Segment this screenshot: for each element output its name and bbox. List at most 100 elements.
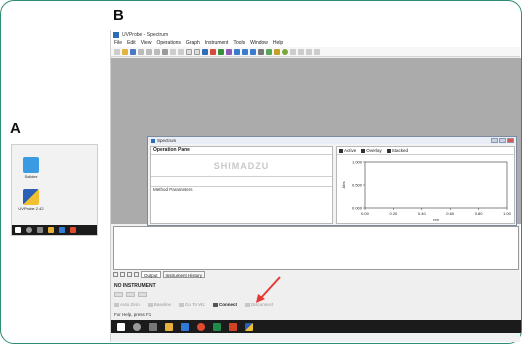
tab-output[interactable]: Output (141, 270, 161, 278)
plot-area (364, 161, 508, 209)
powerpoint-icon[interactable] (229, 322, 237, 331)
desktop-icon-label: Solidex (24, 174, 38, 179)
tool-icon[interactable] (290, 48, 296, 55)
x-axis-label: nm (433, 217, 439, 222)
file-explorer-icon[interactable] (165, 322, 173, 331)
spectrum-title-bar: Spectrum (148, 137, 516, 144)
button-label: Go To WL (185, 302, 205, 307)
outlook-icon[interactable] (59, 227, 65, 233)
zoom-fit-icon[interactable] (250, 48, 256, 55)
operation-pane: Operation Pane SHIMADZU Method Parameter… (150, 146, 333, 224)
indicator-icon (114, 292, 123, 297)
file-explorer-icon[interactable] (48, 227, 54, 233)
paste-icon[interactable] (154, 48, 160, 55)
excel-icon[interactable] (213, 322, 221, 331)
mode-icon[interactable] (194, 48, 200, 55)
title-bar: UVProbe - Spectrum (111, 30, 520, 39)
zoom-in-icon[interactable] (234, 48, 240, 55)
search-icon[interactable] (26, 227, 32, 233)
graph-pane: Active Overlay Stacked 0.00 0.20 0.40 0.60 0… (336, 146, 515, 224)
y-tick-label: 1.000 (352, 160, 363, 165)
button-label: Baseline (153, 302, 172, 307)
output-pane (113, 226, 519, 270)
instrument-buttons: Auto Zero Baseline Go To WL Connect Disc… (114, 302, 273, 307)
graph-tabs: Active Overlay Stacked (337, 147, 514, 155)
menu-operations[interactable]: Operations (156, 40, 180, 46)
indicator-icon (126, 292, 135, 297)
copy-icon[interactable] (146, 48, 152, 55)
go-to-wl-button[interactable]: Go To WL (179, 302, 205, 307)
connect-icon (212, 302, 218, 307)
menu-tools[interactable]: Tools (233, 40, 245, 46)
tab-label: Stacked (391, 148, 409, 153)
menu-instrument[interactable]: Instrument (205, 40, 229, 46)
task-view-icon[interactable] (37, 227, 43, 233)
desktop: Solidex UVProbe 2.42 (11, 144, 98, 236)
y-tick-label: 0.000 (352, 206, 363, 211)
tab-stacked[interactable]: Stacked (386, 148, 409, 153)
chrome-icon[interactable] (70, 227, 76, 233)
panel-label-a: A (10, 120, 21, 137)
uvprobe-icon (23, 189, 39, 205)
menu-help[interactable]: Help (273, 40, 283, 46)
panel-label-b: B (113, 7, 124, 24)
close-button[interactable] (507, 138, 514, 143)
report-icon[interactable] (226, 48, 232, 55)
new-icon[interactable] (114, 48, 120, 55)
menu-view[interactable]: View (141, 40, 152, 46)
menu-file[interactable]: File (114, 40, 122, 46)
minimize-button[interactable] (491, 138, 498, 143)
properties-icon[interactable] (274, 48, 280, 55)
tab-overlay[interactable]: Overlay (361, 148, 382, 153)
desktop-icon-uvprobe[interactable]: UVProbe 2.42 (16, 189, 46, 211)
mode-icon[interactable] (186, 48, 192, 55)
instrument-indicators (114, 292, 147, 297)
photometric-mode-icon[interactable] (210, 48, 216, 55)
last-tab-button[interactable] (134, 271, 139, 277)
connect-button[interactable]: Connect (212, 302, 237, 307)
open-icon[interactable] (122, 48, 128, 55)
start-icon[interactable] (117, 322, 125, 331)
tool-icon[interactable] (298, 48, 304, 55)
button-label: Connect (218, 302, 237, 307)
zoom-out-icon[interactable] (242, 48, 248, 55)
task-view-icon[interactable] (149, 322, 157, 331)
menu-graph[interactable]: Graph (186, 40, 200, 46)
menu-edit[interactable]: Edit (127, 40, 136, 46)
start-icon[interactable] (15, 227, 21, 233)
go-to-wl-icon (179, 302, 185, 307)
desktop-icon-solidex[interactable]: Solidex (16, 157, 46, 179)
menu-window[interactable]: Window (250, 40, 268, 46)
status-icon[interactable] (282, 48, 288, 55)
uvprobe-taskbar-icon[interactable] (245, 322, 253, 331)
disconnect-button[interactable]: Disconnect (244, 302, 273, 307)
tool-icon[interactable] (306, 48, 312, 55)
redo-icon[interactable] (178, 48, 184, 55)
app-icon (113, 31, 119, 38)
window-title: UVProbe - Spectrum (122, 31, 169, 38)
cut-icon[interactable] (138, 48, 144, 55)
tool-icon[interactable] (314, 48, 320, 55)
outlook-icon[interactable] (181, 322, 189, 331)
print-icon[interactable] (162, 48, 168, 55)
chrome-icon[interactable] (197, 322, 205, 331)
undo-icon[interactable] (170, 48, 176, 55)
next-tab-button[interactable] (127, 271, 132, 277)
peak-pick-icon[interactable] (266, 48, 272, 55)
first-tab-button[interactable] (113, 271, 118, 277)
baseline-button[interactable]: Baseline (147, 302, 172, 307)
menu-bar: File Edit View Operations Graph Instrume… (111, 39, 520, 47)
auto-zero-button[interactable]: Auto Zero (114, 302, 140, 307)
kinetics-mode-icon[interactable] (218, 48, 224, 55)
prev-tab-button[interactable] (120, 271, 125, 277)
tab-active[interactable]: Active (339, 148, 356, 153)
search-icon[interactable] (133, 322, 141, 331)
save-icon[interactable] (130, 48, 136, 55)
output-tabs: Output Instrument History (113, 270, 206, 278)
spectrum-graph[interactable]: 0.00 0.20 0.40 0.60 0.80 1.00 1.000 0.500 0.000 n… (337, 156, 516, 224)
cursor-icon[interactable] (258, 48, 264, 55)
tab-instrument-history[interactable]: Instrument History (162, 270, 206, 278)
spectrum-mode-icon[interactable] (202, 48, 208, 55)
stacked-icon (386, 148, 391, 153)
maximize-button[interactable] (499, 138, 506, 143)
